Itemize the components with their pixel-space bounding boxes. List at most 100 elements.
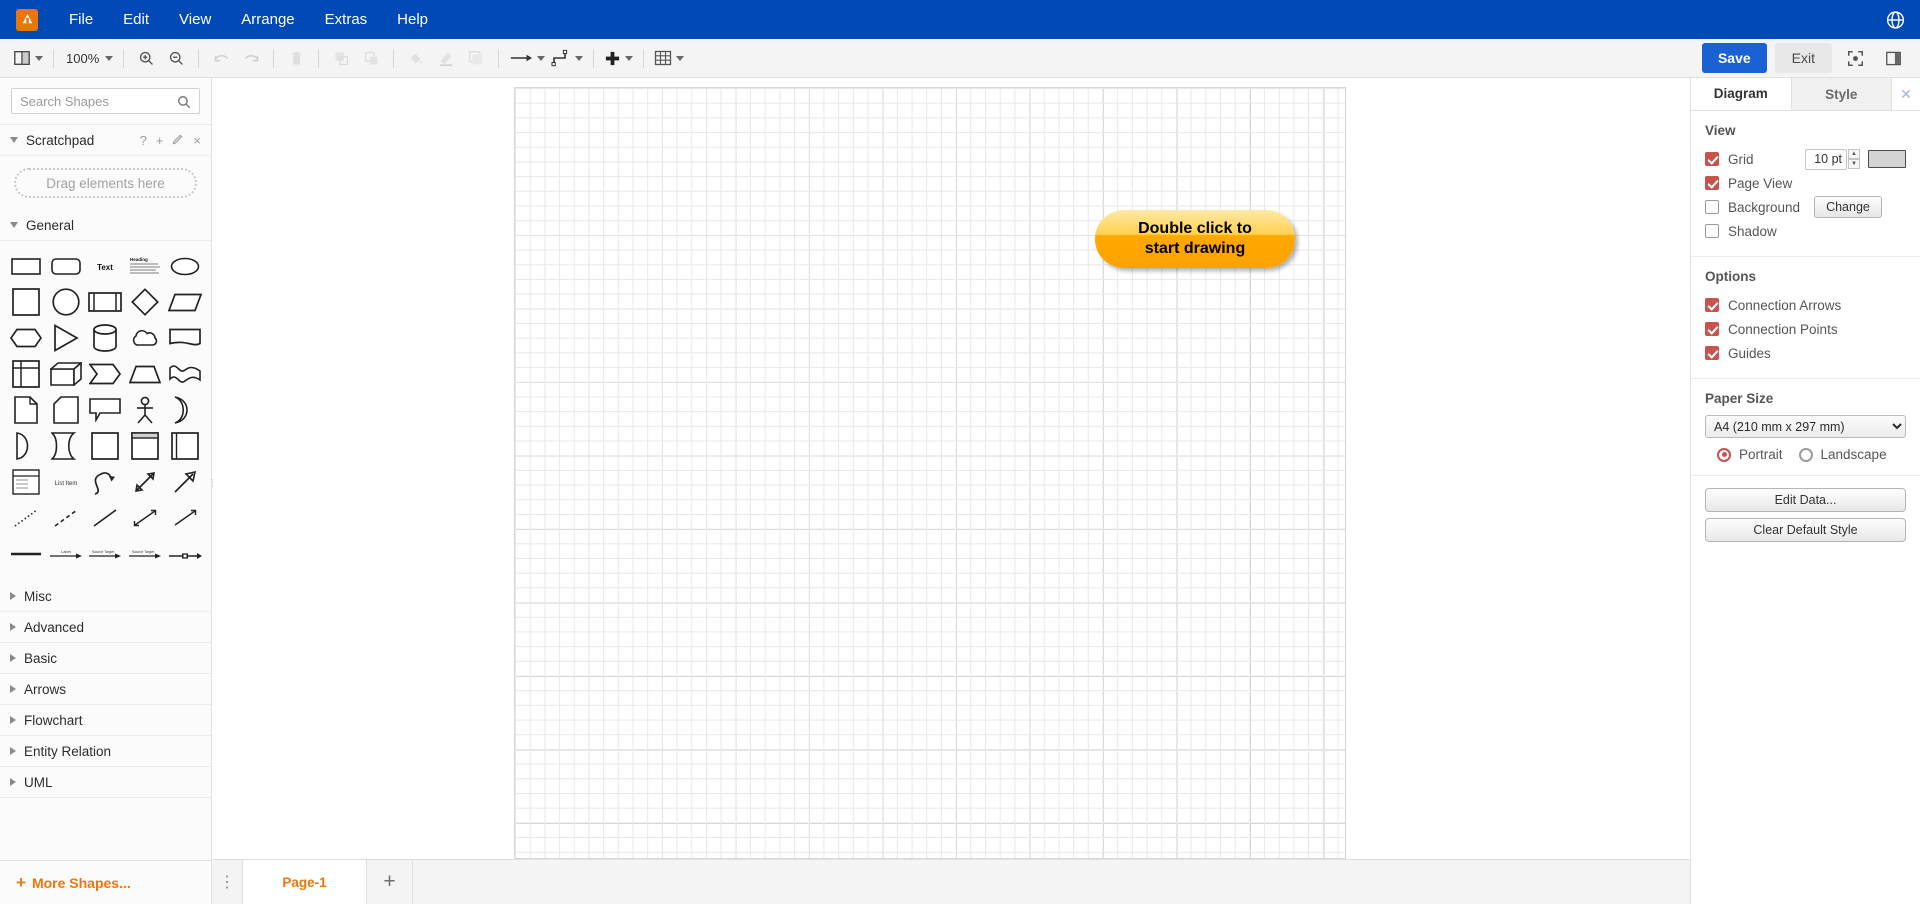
shape-container[interactable] xyxy=(86,429,126,463)
help-icon[interactable]: ? xyxy=(140,134,147,147)
shape-edge-two-labels[interactable]: Source Target xyxy=(125,537,165,571)
shape-dashed-line[interactable] xyxy=(46,501,86,535)
page-view-checkbox[interactable] xyxy=(1705,176,1719,190)
more-shapes-button[interactable]: + More Shapes... xyxy=(0,860,211,904)
connection-arrows-checkbox[interactable] xyxy=(1705,298,1719,312)
shape-vertical-container[interactable] xyxy=(125,429,165,463)
guides-checkbox[interactable] xyxy=(1705,346,1719,360)
start-drawing-shape[interactable]: Double click to start drawing xyxy=(1095,210,1295,268)
sidebar-item-uml[interactable]: UML xyxy=(0,767,211,798)
shape-list[interactable] xyxy=(6,465,46,499)
shape-cloud[interactable] xyxy=(125,321,165,355)
shape-trapezoid[interactable] xyxy=(125,357,165,391)
section-scratchpad[interactable]: Scratchpad ? + × xyxy=(0,125,211,156)
save-button[interactable]: Save xyxy=(1701,43,1767,73)
clear-default-style-button[interactable]: Clear Default Style xyxy=(1705,518,1906,542)
shape-internal-storage[interactable] xyxy=(6,357,46,391)
add-page-button[interactable]: + xyxy=(367,860,413,904)
redo-icon[interactable] xyxy=(236,43,266,73)
tab-diagram[interactable]: Diagram xyxy=(1691,78,1792,110)
sidebar-item-misc[interactable]: Misc xyxy=(0,581,211,612)
shadow-icon[interactable] xyxy=(461,43,491,73)
sidebar-item-arrows[interactable]: Arrows xyxy=(0,674,211,705)
page-sheet[interactable]: Double click to start drawing xyxy=(515,88,1345,858)
change-background-button[interactable]: Change xyxy=(1814,196,1882,218)
shape-rectangle[interactable] xyxy=(6,249,46,283)
connection-points-checkbox[interactable] xyxy=(1705,322,1719,336)
shape-hexagon[interactable] xyxy=(6,321,46,355)
shape-callout[interactable] xyxy=(86,393,126,427)
fill-color-icon[interactable] xyxy=(401,43,431,73)
shape-parallelogram[interactable] xyxy=(165,285,205,319)
sidebar-item-advanced[interactable]: Advanced xyxy=(0,612,211,643)
edit-pencil-icon[interactable] xyxy=(172,133,184,147)
shape-triangle[interactable] xyxy=(46,321,86,355)
shape-directional-arrow[interactable] xyxy=(165,465,205,499)
menu-arrange[interactable]: Arrange xyxy=(226,0,309,39)
portrait-radio[interactable] xyxy=(1717,447,1731,462)
shape-tape[interactable] xyxy=(165,357,205,391)
shape-bidirectional-arrow[interactable] xyxy=(125,465,165,499)
fullscreen-icon[interactable] xyxy=(1840,43,1870,73)
shape-directional-connector[interactable] xyxy=(165,501,205,535)
trash-icon[interactable] xyxy=(281,43,311,73)
line-color-icon[interactable] xyxy=(431,43,461,73)
collapse-handle-icon[interactable]: ⁞ xyxy=(212,469,217,499)
undo-icon[interactable] xyxy=(206,43,236,73)
zoom-out-icon[interactable] xyxy=(161,43,191,73)
add-icon[interactable]: + xyxy=(156,134,164,147)
menu-extras[interactable]: Extras xyxy=(310,0,383,39)
shape-cylinder[interactable] xyxy=(86,321,126,355)
landscape-radio[interactable] xyxy=(1798,447,1813,462)
shape-line[interactable] xyxy=(86,501,126,535)
shape-rounded-rectangle[interactable] xyxy=(46,249,86,283)
connection-arrow-icon[interactable] xyxy=(506,43,548,73)
send-to-back-icon[interactable] xyxy=(356,43,386,73)
shape-step[interactable] xyxy=(86,357,126,391)
shape-bidirectional-connector[interactable] xyxy=(125,501,165,535)
shape-textbox[interactable]: Heading xyxy=(125,249,165,283)
stepper-down[interactable]: ▼ xyxy=(1848,159,1860,169)
shape-and[interactable] xyxy=(6,429,46,463)
shape-arrow-label-edge[interactable]: Label xyxy=(46,537,86,571)
sidebar-item-basic[interactable]: Basic xyxy=(0,643,211,674)
globe-icon[interactable] xyxy=(1885,9,1906,30)
shape-square[interactable] xyxy=(6,285,46,319)
grid-size-input[interactable] xyxy=(1805,148,1847,170)
close-icon[interactable]: × xyxy=(193,134,201,147)
search-input[interactable] xyxy=(11,88,200,114)
tab-style[interactable]: Style xyxy=(1791,78,1892,110)
diagram-canvas[interactable]: ⁞ Double click to start drawing xyxy=(212,78,1690,859)
table-icon[interactable] xyxy=(651,43,687,73)
shape-link[interactable] xyxy=(6,537,46,571)
edge-style-icon[interactable] xyxy=(548,43,586,73)
shape-text[interactable]: Text xyxy=(86,249,126,283)
shape-document[interactable] xyxy=(165,321,205,355)
stepper-up[interactable]: ▲ xyxy=(1848,149,1860,159)
menu-view[interactable]: View xyxy=(164,0,226,39)
shape-list-item[interactable]: List Item xyxy=(46,465,86,499)
shape-data-storage[interactable] xyxy=(46,429,86,463)
grid-checkbox[interactable] xyxy=(1705,152,1719,166)
shape-edge-with-label[interactable]: Source Target xyxy=(86,537,126,571)
shape-cube[interactable] xyxy=(46,357,86,391)
shape-card[interactable] xyxy=(46,393,86,427)
scratchpad-dropzone[interactable]: Drag elements here xyxy=(14,168,197,198)
shape-actor[interactable] xyxy=(125,393,165,427)
menu-edit[interactable]: Edit xyxy=(108,0,164,39)
background-checkbox[interactable] xyxy=(1705,200,1719,214)
sidebar-item-entity-relation[interactable]: Entity Relation xyxy=(0,736,211,767)
shape-note[interactable] xyxy=(6,393,46,427)
zoom-in-icon[interactable] xyxy=(131,43,161,73)
shape-process[interactable] xyxy=(86,285,126,319)
paper-size-select[interactable]: A4 (210 mm x 297 mm) xyxy=(1705,415,1906,438)
page-tab-page-1[interactable]: Page-1 xyxy=(242,860,367,904)
shape-curve[interactable] xyxy=(86,465,126,499)
panel-layout-icon[interactable] xyxy=(10,43,46,73)
close-icon[interactable]: ✕ xyxy=(1892,78,1920,110)
insert-plus-icon[interactable] xyxy=(601,43,636,73)
grid-color-swatch[interactable] xyxy=(1868,150,1906,168)
shadow-checkbox[interactable] xyxy=(1705,224,1719,238)
menu-file[interactable]: File xyxy=(54,0,108,39)
format-panel-icon[interactable] xyxy=(1878,43,1908,73)
